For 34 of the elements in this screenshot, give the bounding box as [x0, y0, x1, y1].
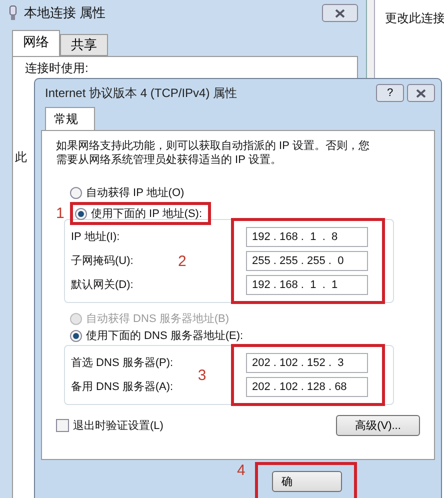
- radio-option[interactable]: 使用下面的 DNS 服务器地址(E):: [70, 328, 244, 343]
- ip-field[interactable]: 255 . 255 . 255 . 0: [246, 251, 368, 271]
- ip-field[interactable]: 202 . 102 . 152 . 3: [246, 353, 368, 373]
- close-button[interactable]: [407, 84, 435, 102]
- radio-option[interactable]: 自动获得 IP 地址(O): [70, 185, 184, 200]
- close-icon: [415, 88, 427, 98]
- field-label: IP 地址(I):: [71, 230, 121, 245]
- network-icon: [8, 5, 18, 21]
- step-number: 4: [237, 462, 246, 479]
- field-label: 默认网关(D):: [71, 278, 134, 293]
- step-number: 1: [56, 205, 66, 222]
- tab[interactable]: 常规: [45, 107, 95, 130]
- close-button[interactable]: [322, 4, 358, 22]
- ok-button[interactable]: 确: [272, 471, 342, 492]
- field-label: 子网掩码(U):: [71, 254, 134, 269]
- ip-field[interactable]: 192 . 168 . 1 . 1: [246, 275, 368, 295]
- field-label: 备用 DNS 服务器(A):: [71, 380, 174, 395]
- field-label: 首选 DNS 服务器(P):: [71, 356, 174, 371]
- window-title: 本地连接 属性: [24, 4, 107, 22]
- close-icon: [334, 8, 346, 18]
- description-text: 此: [15, 149, 27, 166]
- tab[interactable]: 共享: [60, 34, 108, 56]
- checkbox-option[interactable]: 退出时验证设置(L): [56, 418, 164, 433]
- ip-field[interactable]: 192 . 168 . 1 . 8: [246, 227, 368, 247]
- step-number: 3: [198, 366, 206, 384]
- description-text: 如果网络支持此功能，则可以获取自动指派的 IP 设置。否则，您需要从网络系统管理员处获得适当的 IP 设置。: [56, 139, 370, 167]
- ip-field[interactable]: 202 . 102 . 128 . 68: [246, 377, 368, 397]
- connect-label: 连接时使用:: [25, 60, 88, 77]
- radio-option[interactable]: 使用下面的 IP 地址(S):: [75, 206, 202, 221]
- help-button[interactable]: ?: [376, 84, 404, 102]
- step-number: 2: [178, 252, 186, 270]
- tab[interactable]: 网络: [12, 30, 60, 56]
- dialog-title: Internet 协议版本 4 (TCP/IPv4) 属性: [44, 84, 238, 102]
- advanced-button[interactable]: 高级(V)...: [336, 415, 420, 436]
